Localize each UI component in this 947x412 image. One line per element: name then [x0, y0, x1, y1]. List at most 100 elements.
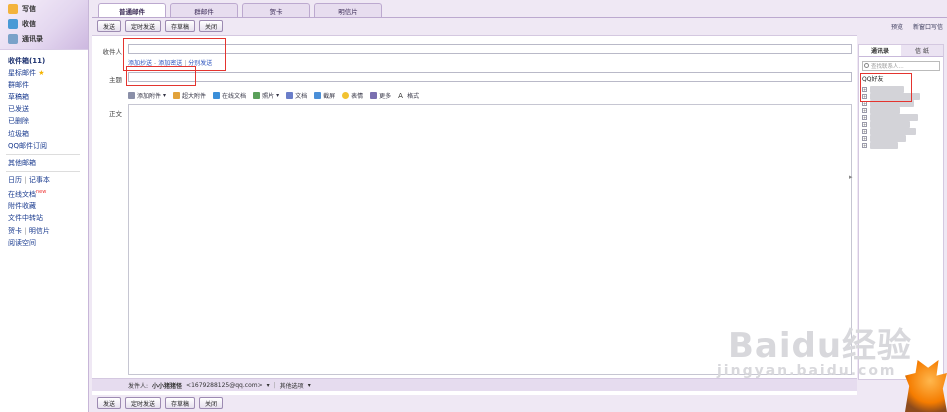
document-button[interactable]: 文档: [286, 91, 307, 100]
blurred-group-name: [870, 120, 910, 128]
other-mailboxes[interactable]: 其他邮箱: [8, 157, 88, 169]
divider: [6, 170, 80, 172]
card-link[interactable]: 贺卡: [8, 227, 22, 235]
reading-space-link[interactable]: 阅读空间: [8, 237, 88, 249]
smiley-icon: [342, 92, 350, 99]
timed-send-button-bottom[interactable]: 定时发送: [125, 397, 162, 409]
calendar-notebook-row: 日历 | 记事本: [8, 175, 50, 184]
save-draft-button[interactable]: 存草稿: [165, 20, 196, 32]
new-window-link[interactable]: 新窗口写信: [913, 22, 943, 31]
file-transfer-link[interactable]: 文件中转站: [8, 212, 88, 224]
folder-subscription[interactable]: QQ邮件订阅: [8, 140, 88, 152]
tab-card[interactable]: 贺卡: [242, 3, 310, 17]
emoji-button[interactable]: 表情: [342, 91, 363, 100]
close-button-bottom[interactable]: 关闭: [199, 397, 224, 409]
screenshot-button[interactable]: 截屏: [314, 91, 335, 100]
postcard-link[interactable]: 明信片: [29, 227, 50, 235]
notebook-link[interactable]: 记事本: [29, 176, 50, 184]
blurred-group-name: [870, 113, 918, 121]
chevron-down-icon[interactable]: ▾: [267, 382, 270, 389]
star-icon: ★: [38, 69, 45, 78]
group-item[interactable]: +: [862, 113, 940, 121]
tab-postcard[interactable]: 明信片: [314, 3, 382, 17]
sender-email[interactable]: <1679288125@qq.com>: [186, 382, 263, 389]
sidebar-banner: 写信 收信 通讯录: [0, 0, 88, 50]
sender-bar: 发件人: 小小猪猪怪 <1679288125@qq.com> ▾ | 其他选项 …: [92, 378, 857, 391]
watermark-url: jingyan.baidu.com: [717, 363, 897, 379]
online-docs-link[interactable]: 在线文档new: [8, 186, 88, 200]
send-button-bottom[interactable]: 发送: [97, 397, 122, 409]
mail-client: { "sidebar": { "top_buttons": [{"label":…: [0, 0, 947, 412]
compose-button[interactable]: 写信: [8, 4, 36, 14]
expand-icon: +: [862, 135, 867, 141]
card-postcard-row: 贺卡 | 明信片: [8, 226, 50, 235]
tab-address-book[interactable]: 通讯录: [859, 45, 901, 56]
inbox-icon: [8, 19, 18, 29]
format-button[interactable]: A 格式: [398, 91, 419, 100]
folder-deleted[interactable]: 已删除: [8, 115, 88, 127]
send-button[interactable]: 发送: [97, 20, 122, 32]
contacts-tabs: 通讯录 信 纸: [859, 45, 943, 57]
blurred-group-name: [870, 106, 900, 114]
close-button[interactable]: 关闭: [199, 20, 224, 32]
calendar-link[interactable]: 日历: [8, 176, 22, 184]
to-field[interactable]: [128, 44, 852, 54]
tab-divider: [92, 17, 947, 18]
blurred-group-name: [870, 141, 898, 149]
to-label: 收件人: [102, 48, 123, 56]
grid-icon: [370, 92, 378, 99]
highlight-box-qq-friends: [860, 73, 912, 102]
blurred-group-name: [870, 134, 906, 142]
timed-send-button[interactable]: 定时发送: [125, 20, 162, 32]
more-button[interactable]: 更多: [370, 91, 391, 100]
photo-button[interactable]: 照片 ▾: [253, 91, 279, 100]
folder-inbox[interactable]: 收件箱(11): [8, 55, 88, 67]
editor-toolbar: 添加附件 ▾ 超大附件 在线文档 照片 ▾ 文档 截屏 表情 更多 A 格式: [128, 91, 419, 100]
contacts-button[interactable]: 通讯录: [8, 34, 43, 44]
body-label: 正文: [109, 110, 122, 118]
other-options-link[interactable]: 其他选项: [280, 381, 304, 390]
save-draft-button-bottom[interactable]: 存草稿: [165, 397, 196, 409]
group-item[interactable]: +: [862, 106, 940, 114]
photo-icon: [253, 92, 261, 99]
expand-icon: +: [862, 107, 867, 113]
group-item[interactable]: +: [862, 120, 940, 128]
group-item[interactable]: +: [862, 141, 940, 149]
folder-group[interactable]: 群邮件: [8, 79, 88, 91]
online-doc-button[interactable]: 在线文档: [213, 91, 246, 100]
folder-starred[interactable]: 星标邮件 ★: [8, 67, 88, 79]
chevron-down-icon[interactable]: ▾: [308, 382, 311, 389]
top-toolbar: 发送 定时发送 存草稿 关闭: [97, 20, 224, 32]
expand-icon: +: [862, 142, 867, 148]
sender-name: 小小猪猪怪: [152, 382, 183, 390]
subject-field[interactable]: [128, 72, 852, 82]
folder-sent[interactable]: 已发送: [8, 103, 88, 115]
contact-search-input[interactable]: 查找联系人...: [862, 61, 940, 71]
preview-link[interactable]: 预览: [891, 22, 903, 31]
tab-group-mail[interactable]: 群邮件: [170, 3, 238, 17]
tab-normal-mail[interactable]: 普通邮件: [98, 3, 166, 17]
font-icon: A: [398, 92, 403, 100]
folder-spam[interactable]: 垃圾箱: [8, 128, 88, 140]
group-item[interactable]: +: [862, 134, 940, 142]
large-attachment-button[interactable]: 超大附件: [173, 91, 206, 100]
new-badge: new: [36, 188, 47, 195]
large-attachment-icon: [173, 92, 181, 99]
blurred-group-name: [870, 127, 916, 135]
folder-drafts[interactable]: 草稿箱: [8, 91, 88, 103]
expand-icon: +: [862, 128, 867, 134]
inbox-button[interactable]: 收信: [8, 19, 36, 29]
top-links: 预览 新窗口写信: [891, 22, 943, 31]
attachment-collection-link[interactable]: 附件收藏: [8, 200, 88, 212]
watermark-brand: Baidu经验: [728, 326, 913, 366]
compose-tabs: 普通邮件 群邮件 贺卡 明信片: [92, 3, 382, 17]
paperclip-icon: [128, 92, 135, 99]
tab-stationery[interactable]: 信 纸: [901, 45, 943, 56]
panel-toggle-icon[interactable]: ▸: [849, 173, 853, 181]
folder-list: 收件箱(11) 星标邮件 ★ 群邮件 草稿箱 已发送 已删除 垃圾箱 QQ邮件订…: [0, 50, 88, 249]
group-item[interactable]: +: [862, 127, 940, 135]
add-attachment-button[interactable]: 添加附件 ▾: [128, 91, 166, 100]
scissors-icon: [314, 92, 322, 99]
expand-icon: +: [862, 121, 867, 127]
bottom-toolbar: 发送 定时发送 存草稿 关闭: [97, 397, 224, 409]
